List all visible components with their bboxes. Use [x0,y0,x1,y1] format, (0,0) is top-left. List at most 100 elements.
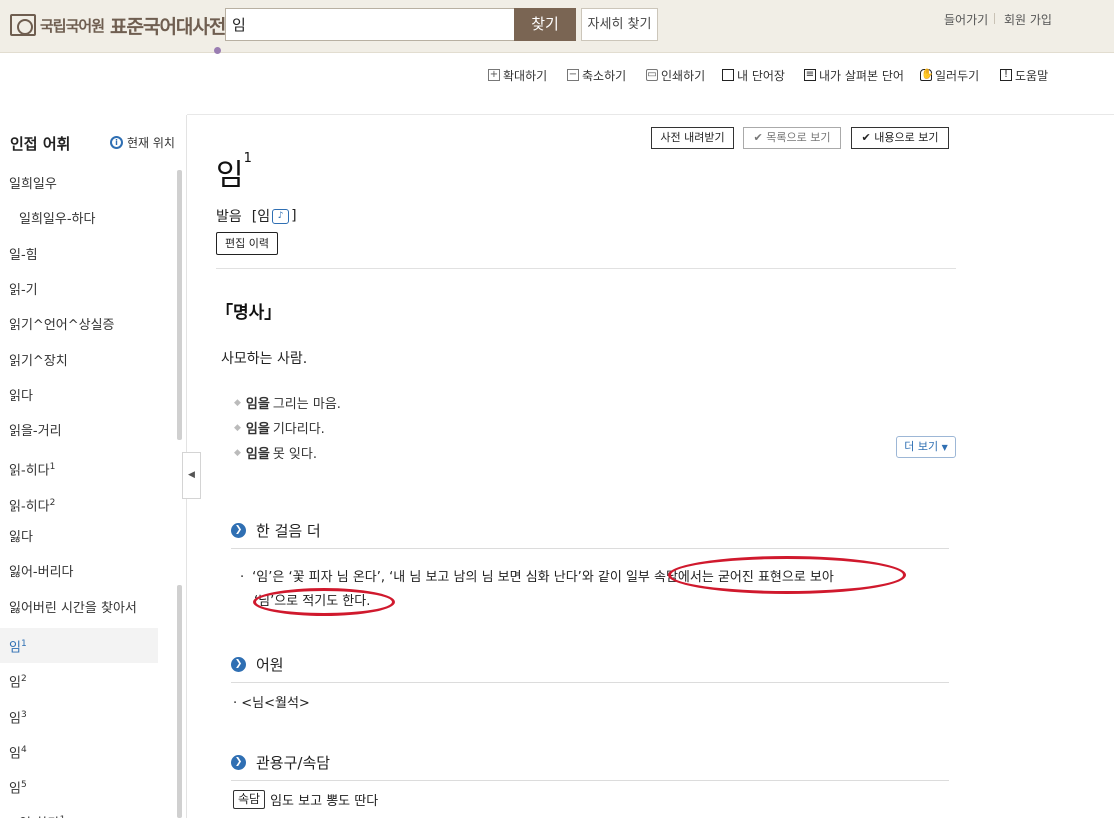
more-label: 더 보기 [904,440,939,453]
example-bold: 임을 [245,422,270,437]
sidebar-item[interactable]: 읽-히다2 [0,487,158,522]
scrollbar-thumb[interactable] [177,170,182,440]
section-header-etymology: ❯ 어원 [231,654,284,675]
list-view-button[interactable]: ✔ 목록으로 보기 [743,127,841,149]
sidebar-item-label: 일-힘 [9,247,38,263]
sidebar-item[interactable]: 잃다 [0,522,158,557]
join-link[interactable]: 회원 가입 [1004,11,1052,28]
sidebar-item[interactable]: 임3 [0,699,158,734]
help-icon: ! [1000,69,1012,81]
scrollbar-thumb[interactable] [177,585,182,818]
toolbar-wordbook[interactable]: 내 단어장 [722,66,785,84]
annotation-ellipse [253,588,395,616]
check-icon: ✔ [861,131,875,144]
current-location-button[interactable]: i 현재 위치 [110,134,175,151]
sidebar-item-label: 잃다 [9,530,33,545]
bullet-icon: ◆ [234,397,241,408]
sidebar-item[interactable]: 일희일우-하다 [0,204,158,239]
divider [187,114,1114,115]
section-header-step: ❯ 한 걸음 더 [231,520,321,541]
content-view-button[interactable]: ✔ 내용으로 보기 [851,127,949,149]
sidebar-item[interactable]: 읽기^언어^상실증 [0,310,158,345]
toolbar-zoom-out[interactable]: − 축소하기 [567,66,626,84]
proverb-link[interactable]: 임도 보고 뽕도 딴다 [270,790,378,809]
sidebar-item-label: 임 [9,710,21,726]
search-box [225,8,514,41]
sidebar-item-label: 임 [9,781,21,797]
sidebar-item-sup: 5 [20,780,27,791]
sidebar-item[interactable]: 임5 [0,769,158,804]
toolbar-label: 확대하기 [503,68,548,83]
pronunciation: 발음 [임 ♪ ] [216,206,297,226]
part-of-speech: 「명사」 [216,303,282,323]
login-link[interactable]: 들어가기 [944,11,988,28]
sidebar-item-label: 읽-히다 [9,499,50,515]
bullet-icon: ◆ [234,422,241,433]
detail-search-button[interactable]: 자세히 찾기 [581,8,658,41]
check-icon: ✔ [753,131,767,144]
toolbar-print[interactable]: ▭ 인쇄하기 [646,66,705,84]
site-logo[interactable]: 국립국어원 표준국어대사전 [10,12,226,38]
list-view-label: 목록으로 보기 [766,131,831,144]
sidebar-item[interactable]: 읽다 [0,381,158,416]
toolbar-help[interactable]: ! 도움말 [1000,66,1048,84]
more-button[interactable]: 더 보기 ▼ [896,436,956,458]
sidebar-item[interactable]: 일-힘 [0,240,158,275]
sidebar-item[interactable]: 읽-기 [0,275,158,310]
sidebar-item[interactable]: 임4 [0,734,158,769]
sidebar-item-label: 일희일우-하다 [19,212,96,228]
current-location-label: 현재 위치 [127,136,175,150]
toolbar-label: 축소하기 [582,68,627,83]
pron-close: ] [291,208,297,224]
sidebar-item[interactable]: 읽-히다1 [0,451,158,486]
example-item: ◆ 임을 기다리다. [234,418,325,437]
sidebar-item[interactable]: 임2 [0,663,158,698]
info-icon: i [110,136,123,149]
speaker-icon[interactable]: ♪ [272,208,290,224]
example-bold: 임을 [245,447,270,462]
proverb-tag: 속담 [233,790,266,809]
sidebar-collapse-button[interactable]: ◀ [182,452,201,499]
sidebar-item[interactable]: 일희일우 [0,169,158,204]
sidebar-item-sup: 4 [20,744,27,755]
section-header-idiom: ❯ 관용구/속담 [231,752,330,773]
history-doc-icon: ≡ [804,69,816,81]
example-item: ◆ 임을 그리는 마음. [234,393,341,412]
divider [216,268,956,269]
section-title: 어원 [256,656,284,674]
bullet-icon: ◆ [234,447,241,458]
sidebar-item-label: 읽다 [9,388,33,404]
sidebar-item[interactable]: 읽기^장치 [0,346,158,381]
sidebar-item[interactable]: 잃어버린 시간을 찾아서 [0,593,158,628]
toolbar-viewed-words[interactable]: ≡ 내가 살펴본 단어 [804,66,904,84]
section-title: 한 걸음 더 [256,522,321,540]
definition: 사모하는 사람. [221,351,308,367]
bullet: · [240,570,245,585]
toolbar-label: 도움말 [1015,68,1049,83]
divider [231,548,949,549]
sidebar-item[interactable]: 임1 [0,627,158,663]
zoom-in-icon: + [488,69,500,81]
sidebar-item-label: 일희일우 [9,177,57,192]
search-button[interactable]: 찾기 [514,8,576,41]
logo-org: 국립국어원 [40,16,105,35]
sidebar-item[interactable]: 읽을-거리 [0,416,158,451]
zoom-out-icon: − [567,69,579,81]
divider [231,780,949,781]
annotation-ellipse [668,556,906,594]
toolbar-zoom-in[interactable]: + 확대하기 [488,66,547,84]
example-item: ◆ 임을 못 잊다. [234,443,317,462]
edit-history-button[interactable]: 편집 이력 [216,232,278,255]
sidebar: 인접 어휘 i 현재 위치 일희일우 일희일우-하다 일-힘 읽-기 읽기^언어^상실증… [0,115,187,818]
sidebar-item[interactable]: 임-하다1 [0,804,158,818]
toolbar-guide[interactable]: ✋ 일러두기 [920,66,979,84]
download-dictionary-button[interactable]: 사전 내려받기 [651,127,734,149]
example-rest: 그리는 마음. [272,397,341,412]
example-rest: 기다리다. [272,422,325,437]
search-input[interactable] [226,9,514,40]
sidebar-item-sup: 2 [49,497,56,508]
sidebar-item[interactable]: 잃어-버리다 [0,557,158,592]
chevron-right-icon: ❯ [231,657,246,672]
toolbar-label: 내 단어장 [737,68,785,83]
toolbar-label: 인쇄하기 [661,68,706,83]
